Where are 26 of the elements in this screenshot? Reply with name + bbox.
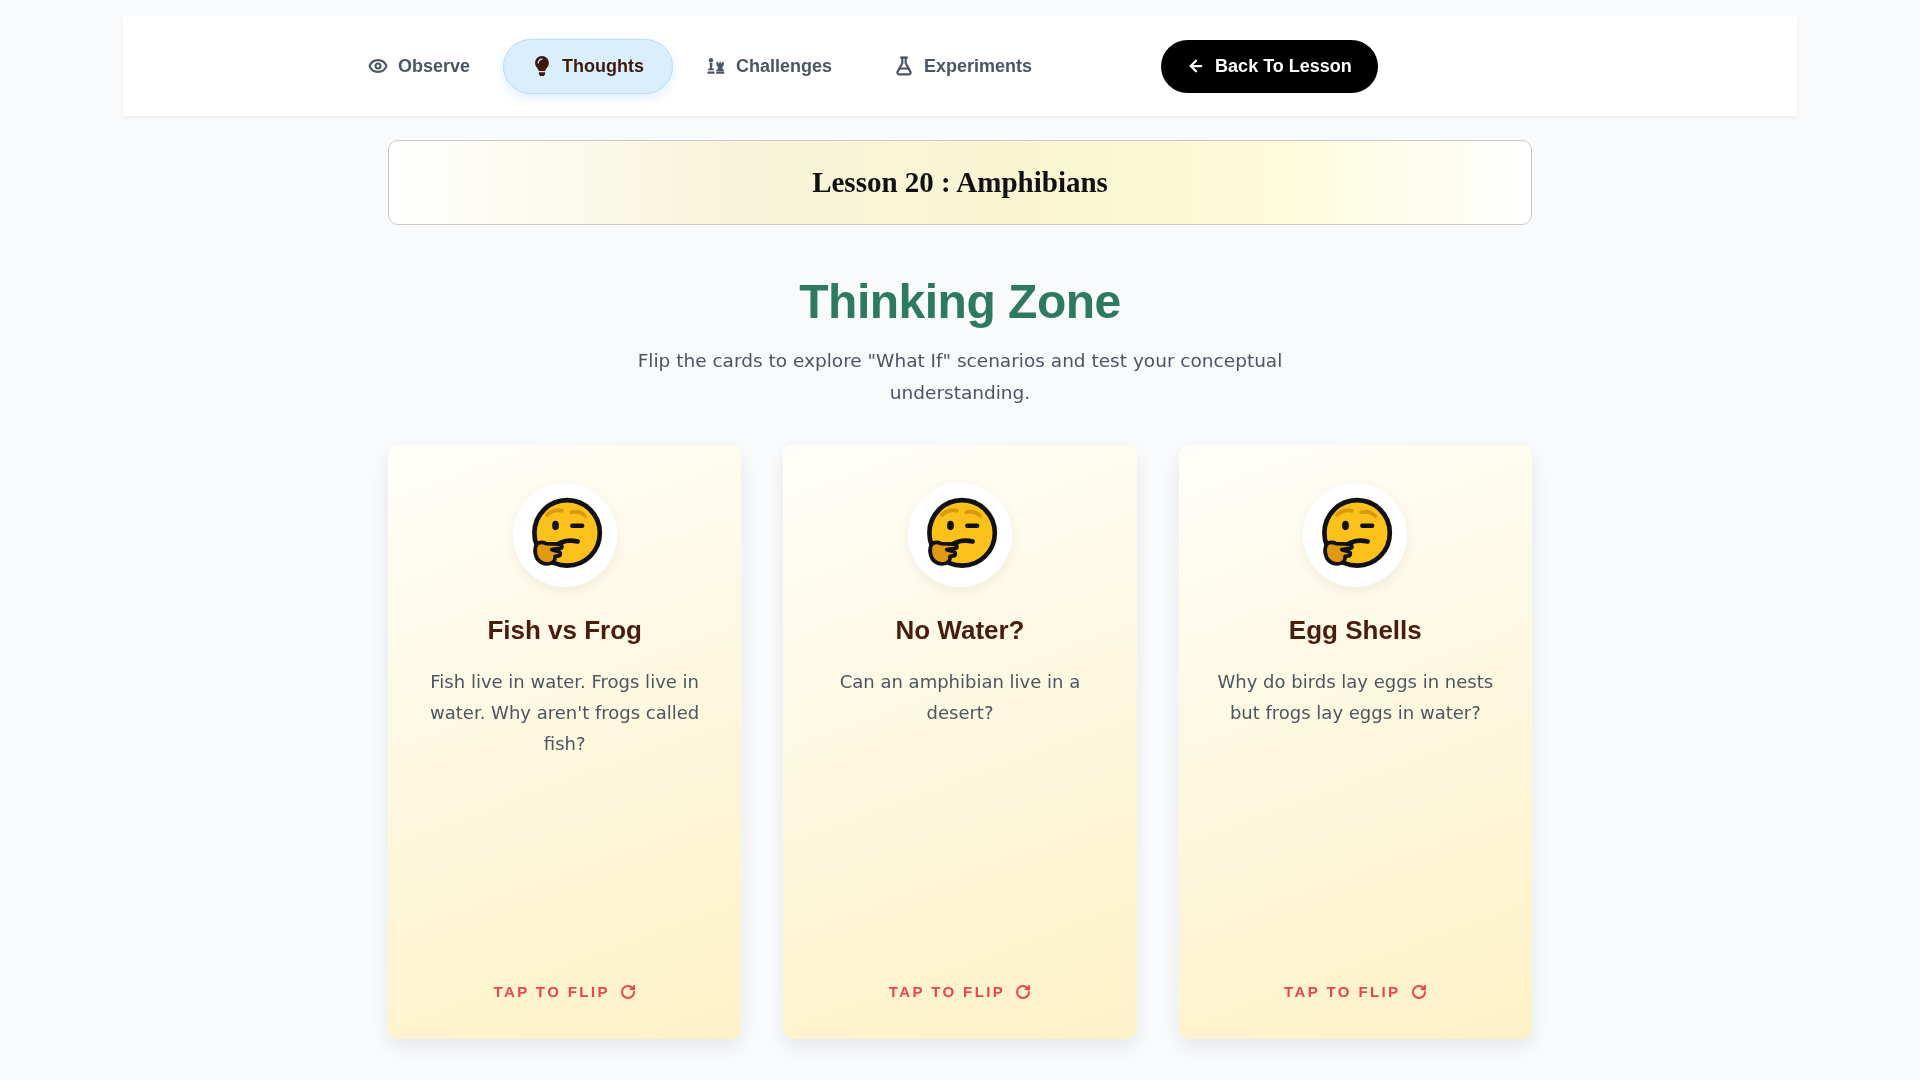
question-card[interactable]: Egg Shells Why do birds lay eggs in nests but frogs lay eggs in water? TAP TO FLIP xyxy=(1178,445,1532,1039)
nav-tab[interactable]: Experiments xyxy=(865,38,1062,94)
question-card[interactable]: No Water? Can an amphibian live in a desert? TAP TO FLIP xyxy=(783,445,1137,1039)
question-card[interactable]: Fish vs Frog Fish live in water. Frogs live in water. Why aren't frogs called fish? TAP TO FLIP xyxy=(388,445,742,1039)
card-title: No Water? xyxy=(895,614,1025,647)
card-question: Why do birds lay eggs in nests but frogs lay eggs in water? xyxy=(1216,670,1495,725)
lesson-title: Lesson 20 : Amphibians xyxy=(812,164,1108,200)
chess-pieces-icon xyxy=(706,56,727,76)
tap-to-flip-label: TAP TO FLIP xyxy=(493,981,610,1002)
eye-icon xyxy=(368,56,388,76)
flask-icon xyxy=(894,56,915,76)
rotate-icon xyxy=(1410,983,1427,1000)
nav-tab[interactable]: Challenges xyxy=(677,38,862,94)
back-to-lesson-button[interactable]: Back To Lesson xyxy=(1161,39,1378,93)
section-heading: Thinking Zone xyxy=(798,274,1122,330)
section-subtitle: Flip the cards to explore "What If" scenarios and test your conceptual understanding. xyxy=(636,349,1284,405)
rotate-icon xyxy=(619,983,636,1000)
rotate-icon xyxy=(1015,983,1032,1000)
card-title: Egg Shells xyxy=(1288,614,1422,647)
card-title: Fish vs Frog xyxy=(487,614,642,647)
card-question: Can an amphibian live in a desert? xyxy=(838,670,1082,725)
nav-tab[interactable]: Thoughts xyxy=(503,38,674,94)
nav-tab[interactable]: Observe xyxy=(339,38,500,94)
card-question: Fish live in water. Frogs live in water. Why aren't frogs called fish? xyxy=(429,670,701,756)
tap-to-flip-label: TAP TO FLIP xyxy=(888,981,1006,1002)
tap-to-flip-label: TAP TO FLIP xyxy=(1284,981,1401,1002)
